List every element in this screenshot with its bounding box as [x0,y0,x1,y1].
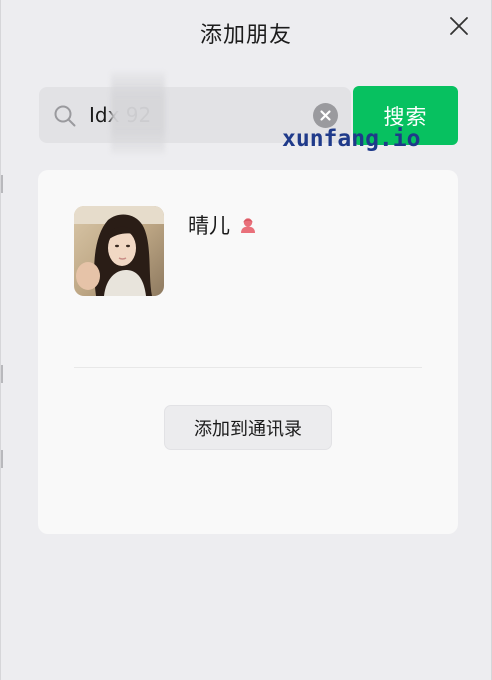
window-edge-mark [1,175,3,193]
close-icon [450,17,468,35]
close-button[interactable] [447,14,471,38]
dialog-title: 添加朋友 [199,23,292,48]
search-row: 搜索 [39,72,459,154]
contact-name: 晴儿 [188,214,230,238]
search-result-card: 晴儿 添加到通讯录 [38,170,458,534]
female-icon [241,218,255,233]
clear-search-button[interactable] [313,103,338,128]
search-box[interactable] [39,72,351,154]
search-button[interactable]: 搜索 [353,86,458,145]
contact-name-row: 晴儿 [188,210,258,240]
divider [74,367,422,368]
add-friend-window: 添加朋友 搜索 xunfang.io [0,0,492,680]
avatar[interactable] [74,206,164,296]
search-icon [54,105,76,127]
search-input[interactable] [89,99,304,131]
window-edge-mark [1,450,3,468]
add-to-contacts-button[interactable]: 添加到通讯录 [164,405,332,450]
clear-icon [320,110,331,121]
window-edge-mark [1,365,3,383]
avatar-image [74,206,164,296]
